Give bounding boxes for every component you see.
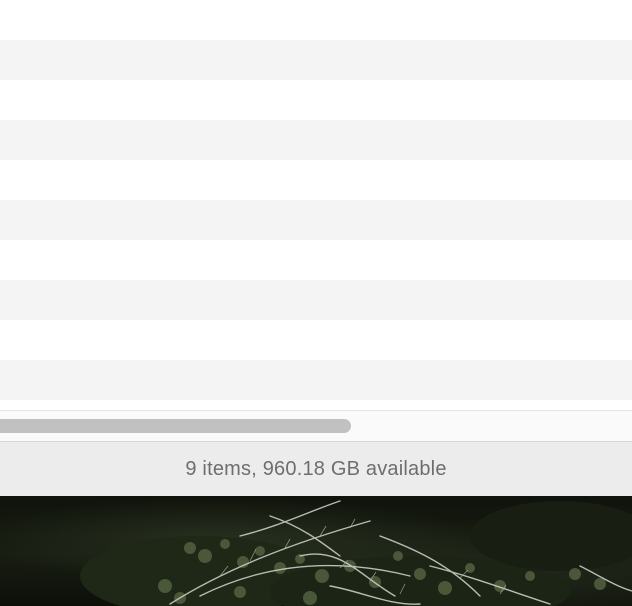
list-row[interactable] xyxy=(0,120,632,160)
status-bar: 9 items, 960.18 GB available xyxy=(0,441,632,496)
list-row[interactable] xyxy=(0,0,632,40)
item-count-status: 9 items, 960.18 GB available xyxy=(185,457,447,480)
list-row[interactable] xyxy=(0,200,632,240)
scrollbar-thumb[interactable] xyxy=(0,419,351,433)
horizontal-scrollbar[interactable] xyxy=(0,410,632,441)
list-row[interactable] xyxy=(0,360,632,400)
wallpaper-image xyxy=(80,500,632,606)
list-row[interactable] xyxy=(0,240,632,280)
finder-window: 9 items, 960.18 GB available xyxy=(0,0,632,496)
list-row[interactable] xyxy=(0,400,632,410)
list-row[interactable] xyxy=(0,160,632,200)
list-row[interactable] xyxy=(0,320,632,360)
list-row[interactable] xyxy=(0,280,632,320)
desktop-wallpaper xyxy=(0,496,632,606)
list-row[interactable] xyxy=(0,80,632,120)
list-row[interactable] xyxy=(0,40,632,80)
file-list[interactable] xyxy=(0,0,632,410)
